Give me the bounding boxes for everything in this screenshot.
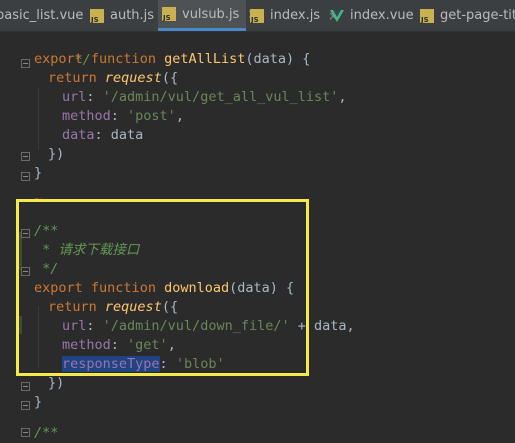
fold-marker-icon[interactable] xyxy=(21,172,30,181)
code-text: , xyxy=(175,108,184,124)
code-line: data: data xyxy=(62,126,143,145)
javascript-file-icon xyxy=(250,8,264,24)
property: method xyxy=(62,108,111,124)
tab-vulsub-js[interactable]: vulsub.js × xyxy=(158,0,257,31)
property: data xyxy=(62,127,95,143)
fold-marker-icon[interactable] xyxy=(21,382,30,391)
fold-marker-icon[interactable] xyxy=(21,401,30,410)
fold-marker-icon[interactable] xyxy=(21,152,30,161)
code-text: ({ xyxy=(161,70,179,86)
annotation-highlight-box xyxy=(16,199,309,376)
tab-get-page-title-js[interactable]: get-page-title.js xyxy=(416,0,515,31)
tab-label: index.js xyxy=(270,8,321,23)
javascript-file-icon xyxy=(90,8,104,24)
code-line: }) xyxy=(48,145,64,164)
code-text: : data xyxy=(94,127,144,143)
code-line: } xyxy=(34,164,42,183)
code-line: } xyxy=(34,393,42,412)
function-name: getAllList xyxy=(164,51,246,67)
tab-label: get-page-title.js xyxy=(440,8,515,23)
javascript-file-icon xyxy=(162,7,176,22)
javascript-file-icon xyxy=(420,8,434,24)
tab-index-js[interactable]: index.js × xyxy=(246,0,338,31)
code-text: } xyxy=(34,394,43,410)
code-line: }) xyxy=(48,374,64,393)
tab-basic-list-vue[interactable]: basic_list.vue × xyxy=(0,0,101,31)
code-text: }) xyxy=(48,375,65,391)
code-line: return request({ xyxy=(48,69,178,88)
keyword: return xyxy=(48,70,97,86)
code-line: export function getAllList(data) { xyxy=(34,50,310,69)
tab-label: basic_list.vue xyxy=(0,8,84,23)
keyword: export xyxy=(34,51,83,67)
string: 'post' xyxy=(127,108,176,124)
string: '/admin/vul/get_all_vul_list' xyxy=(102,89,339,105)
code-line: url: '/admin/vul/get_all_vul_list', xyxy=(62,88,347,107)
tab-auth-js[interactable]: auth.js × xyxy=(86,0,172,31)
tab-label: vulsub.js xyxy=(182,6,240,22)
vue-file-icon xyxy=(330,9,344,23)
fold-marker-icon[interactable] xyxy=(21,59,30,68)
code-line: method: 'post', xyxy=(62,107,184,126)
comment: /** xyxy=(34,425,59,441)
code-text: } xyxy=(34,165,43,181)
tab-label: index.vue xyxy=(350,8,414,23)
code-line: /** xyxy=(34,424,58,443)
tab-index-vue[interactable]: index.vue × xyxy=(326,0,432,31)
indent-guide xyxy=(38,88,39,150)
code-text: , xyxy=(338,89,347,105)
fold-marker-icon[interactable] xyxy=(21,428,30,437)
code-text: (data) { xyxy=(245,51,311,67)
keyword: function xyxy=(90,51,156,67)
function-call: request xyxy=(104,70,162,86)
code-text: : xyxy=(86,89,103,105)
editor-tab-bar: basic_list.vue × auth.js × vulsub.js × i… xyxy=(0,0,515,32)
code-text: : xyxy=(110,108,128,124)
code-text: }) xyxy=(48,146,65,162)
tab-label: auth.js xyxy=(110,8,155,23)
code-line: */ xyxy=(42,32,91,68)
property: url xyxy=(62,89,87,105)
